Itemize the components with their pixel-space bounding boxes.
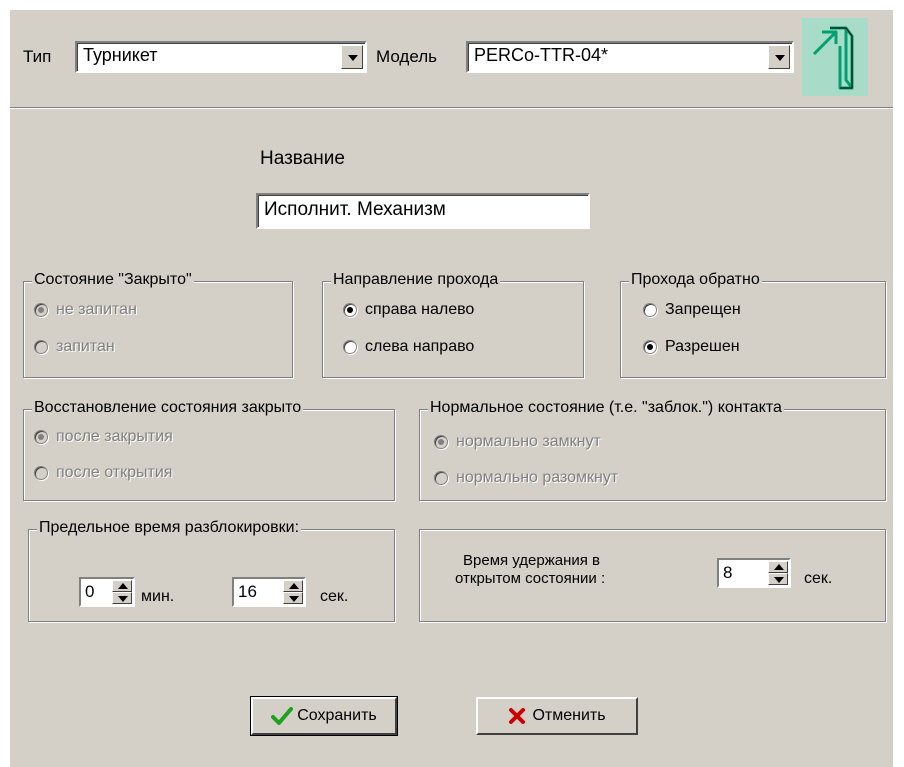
hold-time-label-line1: Время удержания в [463,552,601,569]
checkmark-icon [271,707,294,725]
radio-circle [643,303,657,317]
type-dropdown-button[interactable] [341,45,363,69]
radio-circle [643,340,657,354]
hold-time-label-line2: открытом состоянии : [455,570,606,587]
arrow-up-icon [118,583,128,589]
radio-circle [34,340,48,354]
radio-label: не запитан [56,301,137,318]
model-label: Модель [376,47,438,66]
type-value: Турникет [83,45,158,65]
arrow-down-icon [774,577,784,583]
seconds-unit: сек. [320,588,349,605]
arrow-down-icon [289,596,299,602]
turnstile-icon [802,18,868,96]
save-label: Сохранить [297,707,377,724]
radio-left-to-right[interactable]: слева направо [343,336,474,358]
minutes-value: 0 [85,582,95,601]
hold-time-unit: сек. [804,570,833,587]
spin-down-button[interactable] [283,592,303,604]
radio-circle [434,435,448,449]
radio-right-to-left[interactable]: справа налево [343,299,474,321]
spin-up-button[interactable] [283,580,303,592]
radio-label: нормально замкнут [456,433,601,450]
arrow-up-icon [289,583,299,589]
restore-closed-title: Восстановление состояния закрыто [32,399,304,417]
model-value: PERCo-TTR-04* [474,45,609,65]
seconds-spinner[interactable]: 16 [232,577,306,607]
radio-label: после открытия [56,464,173,481]
unlock-limit-group: Предельное время разблокировки: 0 мин. 1… [28,519,395,622]
type-label: Тип [23,47,52,66]
hold-time-value: 8 [723,563,733,582]
arrow-down-icon [118,596,128,602]
radio-label: Запрещен [665,301,741,318]
radio-not-powered[interactable]: не запитан [34,299,137,321]
seconds-value: 16 [238,582,257,601]
closed-state-group: Состояние "Закрыто" не запитан запитан [23,271,293,378]
restore-closed-group: Восстановление состояния закрыто после з… [23,399,395,501]
name-value: Исполнит. Механизм [264,199,446,220]
normal-contact-group: Нормальное состояние (т.е. "заблок.") ко… [419,399,886,501]
model-dropdown-button[interactable] [768,45,790,69]
hold-time-group: Время удержания в открытом состоянии : 8… [419,529,886,622]
radio-circle [34,466,48,480]
arrow-up-icon [774,564,784,570]
reverse-pass-title: Прохода обратно [629,271,762,289]
radio-circle [34,303,48,317]
dialog-window: Тип Турникет Модель PERCo-TTR-04* Назван… [10,10,893,767]
radio-label: после закрытия [56,428,173,445]
radio-label: справа налево [365,301,475,318]
model-combobox[interactable]: PERCo-TTR-04* [466,41,794,73]
minutes-spinner[interactable]: 0 [79,577,135,607]
name-input[interactable]: Исполнит. Механизм [256,193,590,229]
radio-after-closing[interactable]: после закрытия [34,426,173,448]
radio-forbidden[interactable]: Запрещен [643,299,741,321]
radio-after-opening[interactable]: после открытия [34,462,172,484]
radio-label: запитан [56,338,115,355]
radio-circle [434,471,448,485]
type-combobox[interactable]: Турникет [75,41,367,73]
spin-down-button[interactable] [768,573,788,585]
radio-label: нормально разомкнут [456,469,619,486]
hold-time-spinner[interactable]: 8 [717,558,791,588]
radio-label: Разрешен [665,338,740,355]
spin-up-button[interactable] [112,580,132,592]
cancel-label: Отменить [532,707,606,724]
header-divider [10,107,893,109]
radio-circle [343,303,357,317]
normal-contact-title: Нормальное состояние (т.е. "заблок.") ко… [428,399,784,417]
cancel-button[interactable]: Отменить [476,697,638,735]
cross-icon [509,708,526,724]
direction-title: Направление прохода [331,271,501,289]
chevron-down-icon [348,55,358,61]
spin-down-button[interactable] [112,592,132,604]
unlock-limit-title: Предельное время разблокировки: [37,519,302,537]
radio-circle [34,430,48,444]
radio-normally-open[interactable]: нормально разомкнут [434,467,618,489]
minutes-unit: мин. [141,588,175,605]
radio-label: слева направо [365,338,475,355]
radio-circle [343,340,357,354]
direction-group: Направление прохода справа налево слева … [322,271,584,378]
name-label: Название [260,148,345,169]
chevron-down-icon [775,55,785,61]
radio-powered[interactable]: запитан [34,336,115,358]
reverse-pass-group: Прохода обратно Запрещен Разрешен [620,271,886,378]
radio-allowed[interactable]: Разрешен [643,336,740,358]
save-button[interactable]: Сохранить [250,696,398,736]
radio-normally-closed[interactable]: нормально замкнут [434,431,601,453]
spin-up-button[interactable] [768,561,788,573]
closed-state-title: Состояние "Закрыто" [32,271,194,289]
